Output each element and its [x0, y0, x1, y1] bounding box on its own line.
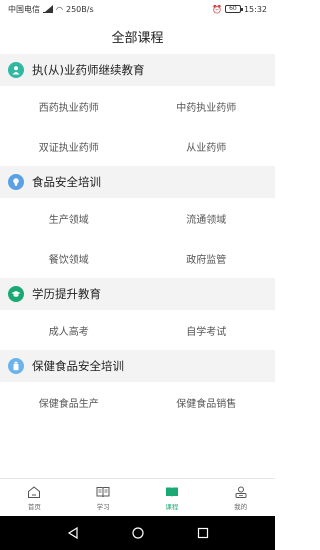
section-title: 食品安全培训 — [32, 175, 101, 189]
tab-courses[interactable]: 课程 — [138, 479, 207, 516]
home-icon — [28, 485, 41, 498]
course-item[interactable]: 政府监管 — [138, 238, 276, 278]
course-row: 西药执业药师 中药执业药师 — [0, 86, 275, 126]
course-row: 生产领域 流通领域 — [0, 198, 275, 238]
course-row: 双证执业药师 从业药师 — [0, 126, 275, 166]
back-icon[interactable] — [66, 526, 80, 540]
course-item[interactable]: 餐饮领域 — [0, 238, 138, 278]
status-bar: 中国电信 ◠ 250B/s ⏰ 60 15:32 — [0, 0, 275, 18]
course-item[interactable]: 生产领域 — [0, 198, 138, 238]
tab-label: 我的 — [234, 502, 248, 511]
wifi-icon: ◠ — [56, 4, 63, 14]
tab-home[interactable]: 首页 — [0, 479, 69, 516]
page-title: 全部课程 — [111, 30, 164, 46]
graduation-cap-icon — [8, 286, 24, 302]
course-item[interactable]: 保健食品生产 — [0, 382, 138, 422]
carrier-label: 中国电信 — [8, 4, 40, 14]
course-list[interactable]: 执(从)业药师继续教育 西药执业药师 中药执业药师 双证执业药师 从业药师 食品… — [0, 54, 275, 478]
section-header-food-safety: 食品安全培训 — [0, 166, 275, 198]
section-header-health-food: 保健食品安全培训 — [0, 350, 275, 382]
tab-study[interactable]: 学习 — [69, 479, 138, 516]
recents-icon[interactable] — [196, 526, 210, 540]
section-title: 保健食品安全培训 — [32, 359, 124, 373]
tab-mine[interactable]: 我的 — [206, 479, 275, 516]
battery-icon: 60 — [224, 5, 243, 13]
course-item[interactable]: 中药执业药师 — [138, 86, 276, 126]
course-item[interactable]: 流通领域 — [138, 198, 276, 238]
bottle-icon — [8, 358, 24, 374]
network-speed: 250B/s — [65, 4, 94, 14]
tab-label: 首页 — [27, 502, 41, 511]
home-circle-icon[interactable] — [131, 526, 145, 540]
section-title: 执(从)业药师继续教育 — [32, 63, 145, 77]
course-item[interactable]: 西药执业药师 — [0, 86, 138, 126]
section-header-pharmacist: 执(从)业药师继续教育 — [0, 54, 275, 86]
course-item[interactable]: 自学考试 — [138, 310, 276, 350]
system-nav-bar — [0, 516, 275, 550]
clock-time: 15:32 — [243, 4, 267, 14]
page-title-bar: 全部课程 — [0, 18, 275, 54]
signal-icon — [43, 4, 53, 13]
course-item[interactable]: 保健食品销售 — [138, 382, 276, 422]
course-icon — [165, 487, 178, 497]
tab-label: 学习 — [96, 502, 110, 511]
bottom-tab-bar: 首页 学习 课程 我的 — [0, 478, 275, 516]
book-open-icon — [96, 486, 110, 497]
course-item[interactable]: 从业药师 — [138, 126, 276, 166]
person-icon — [235, 486, 247, 498]
alarm-icon: ⏰ — [211, 4, 222, 14]
section-header-education: 学历提升教育 — [0, 278, 275, 310]
section-title: 学历提升教育 — [32, 287, 101, 301]
tab-label: 课程 — [165, 502, 179, 511]
course-item[interactable]: 成人高考 — [0, 310, 138, 350]
doctor-icon — [8, 62, 24, 78]
course-row: 餐饮领域 政府监管 — [0, 238, 275, 278]
bulb-icon — [8, 174, 24, 190]
course-row: 成人高考 自学考试 — [0, 310, 275, 350]
course-row: 保健食品生产 保健食品销售 — [0, 382, 275, 422]
course-item[interactable]: 双证执业药师 — [0, 126, 138, 166]
